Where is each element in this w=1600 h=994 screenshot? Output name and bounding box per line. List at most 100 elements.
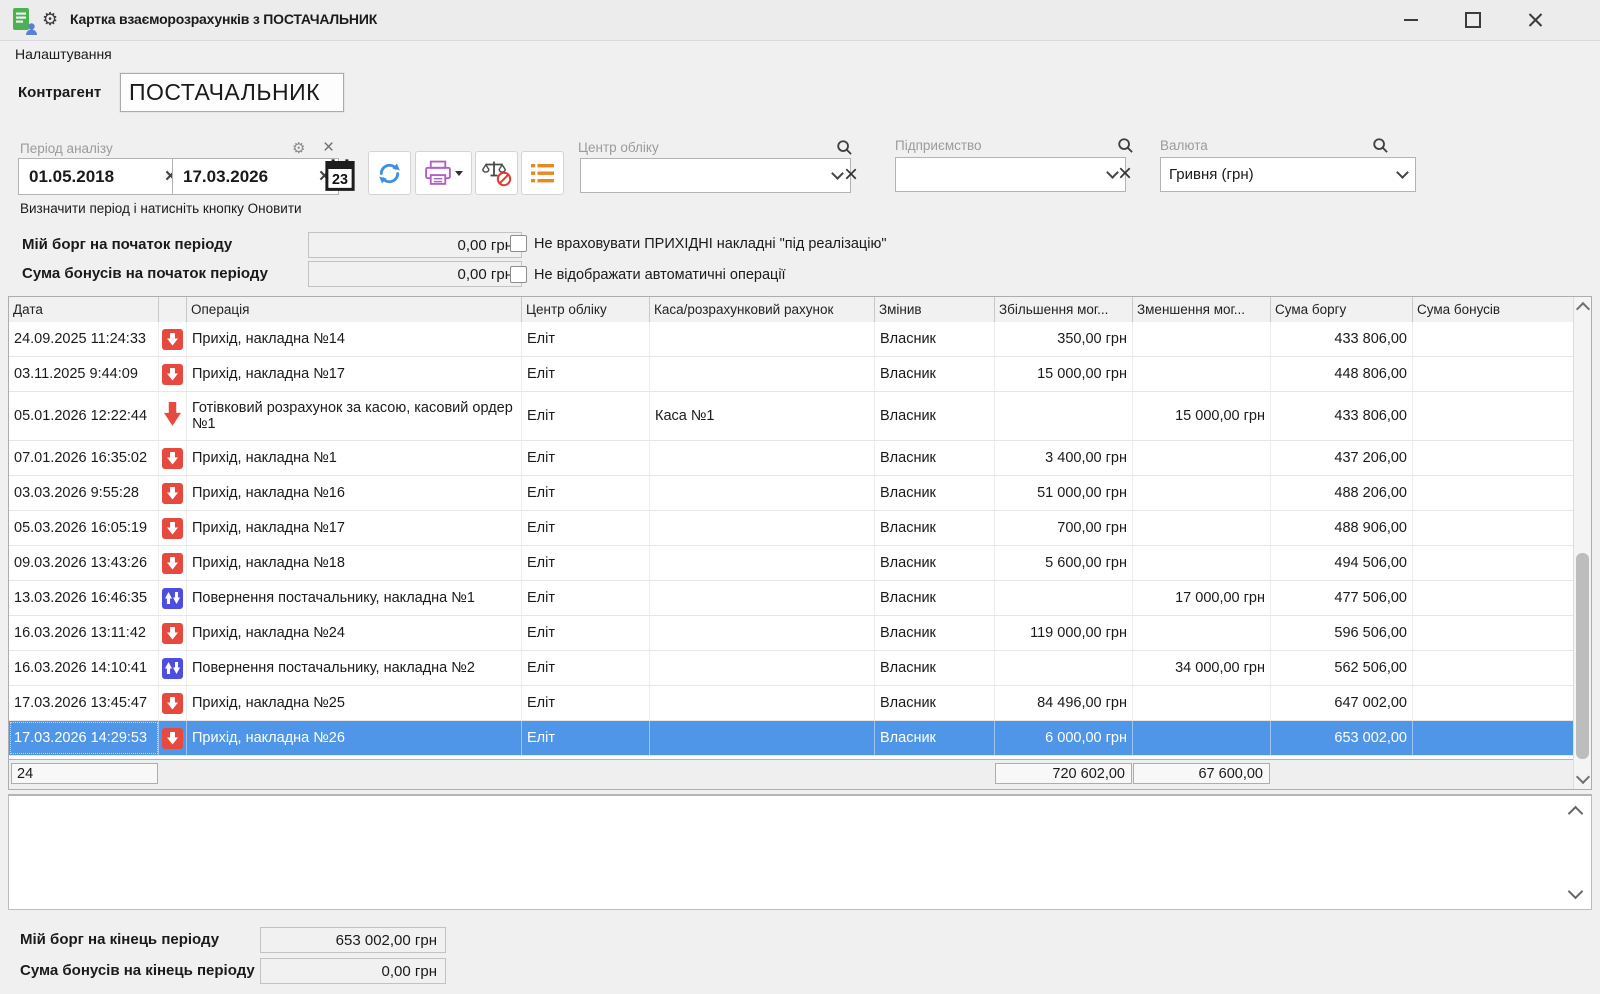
operations-table: Дата ОпераціяЦентр облікуКаса/розрахунков…: [8, 296, 1592, 790]
cell-date: 16.03.2026 14:10:41: [9, 651, 159, 685]
cell-debt: 448 806,00: [1271, 357, 1413, 391]
detail-scroll-up-icon[interactable]: [1568, 806, 1584, 822]
column-header-center[interactable]: Центр обліку: [522, 297, 650, 322]
enterprise-clear-icon[interactable]: ×: [1118, 164, 1132, 184]
cell-center: Еліт: [522, 511, 650, 545]
table-row[interactable]: 13.03.2026 16:46:35Повернення постачальн…: [9, 581, 1575, 616]
accounting-center-search-icon[interactable]: [836, 139, 853, 156]
table-row[interactable]: 17.03.2026 14:29:53Прихід, накладна №26Е…: [9, 721, 1575, 756]
cell-cash_account: Каса №1: [650, 392, 875, 440]
details-list-button[interactable]: [521, 151, 564, 195]
vertical-scrollbar-thumb[interactable]: [1576, 553, 1589, 760]
table-header-row: Дата ОпераціяЦентр облікуКаса/розрахунков…: [9, 297, 1575, 323]
table-row[interactable]: 16.03.2026 14:10:41 Повернення постачальн…: [9, 651, 1575, 686]
cell-date: 09.03.2026 13:43:26: [9, 546, 159, 580]
column-header-date[interactable]: Дата: [9, 297, 159, 322]
checkbox-hide-auto-operations[interactable]: [510, 266, 527, 283]
cell-increase: [995, 581, 1133, 615]
cell-bonus: [1413, 616, 1575, 650]
contragent-input[interactable]: ПОСТАЧАЛЬНИК: [120, 73, 344, 112]
date-to-field[interactable]: 17.03.2026 ×: [172, 158, 339, 195]
table-row[interactable]: 03.03.2026 9:55:28Прихід, накладна №16Ел…: [9, 476, 1575, 511]
cell-cash_account: [650, 721, 875, 755]
cell-date: 03.03.2026 9:55:28: [9, 476, 159, 510]
calendar-button[interactable]: 23: [325, 158, 355, 192]
table-row[interactable]: 16.03.2026 13:11:42Прихід, накладна №24Е…: [9, 616, 1575, 651]
column-header-increase[interactable]: Збільшення мог...: [995, 297, 1133, 322]
column-header-changed_by[interactable]: Змінив: [875, 297, 995, 322]
cell-icon: [159, 616, 187, 650]
minimize-icon: [1404, 19, 1418, 21]
cell-center: Еліт: [522, 322, 650, 356]
return-to-supplier-icon: [162, 658, 183, 679]
cell-increase: 6 000,00 грн: [995, 721, 1133, 755]
cell-bonus: [1413, 651, 1575, 685]
menu-settings[interactable]: Налаштування: [15, 46, 112, 62]
cell-bonus: [1413, 322, 1575, 356]
cell-bonus: [1413, 392, 1575, 440]
enterprise-search-icon[interactable]: [1117, 137, 1134, 154]
cell-center: Еліт: [522, 721, 650, 755]
cell-decrease: [1133, 357, 1271, 391]
table-row[interactable]: 07.01.2026 16:35:02Прихід, накладна №1Ел…: [9, 441, 1575, 476]
detail-panel[interactable]: [8, 794, 1592, 910]
cell-increase: 5 600,00 грн: [995, 546, 1133, 580]
chevron-down-icon: [1106, 166, 1119, 179]
column-header-bonus[interactable]: Сума бонусів: [1413, 297, 1575, 322]
maximize-button[interactable]: [1450, 0, 1496, 40]
vertical-scrollbar[interactable]: [1573, 297, 1591, 789]
table-row[interactable]: 24.09.2025 11:24:33Прихід, накладна №14Е…: [9, 322, 1575, 357]
cell-cash_account: [650, 616, 875, 650]
start-bonus-label: Сума бонусів на початок періоду: [22, 265, 268, 282]
scroll-up-icon[interactable]: [1576, 302, 1590, 316]
cell-debt: 433 806,00: [1271, 392, 1413, 440]
checkbox-exclude-incoming[interactable]: [510, 235, 527, 252]
date-from-value: 01.05.2018: [29, 167, 114, 187]
end-debt-label: Мій борг на кінець періоду: [20, 931, 219, 948]
table-row[interactable]: 09.03.2026 13:43:26Прихід, накладна №18Е…: [9, 546, 1575, 581]
table-row[interactable]: 03.11.2025 9:44:09Прихід, накладна №17Ел…: [9, 357, 1575, 392]
date-from-field[interactable]: 01.05.2018 ×: [18, 158, 185, 195]
scroll-down-icon[interactable]: [1576, 770, 1590, 784]
cell-cash_account: [650, 581, 875, 615]
cell-icon: [159, 392, 187, 440]
table-row[interactable]: 05.01.2026 12:22:44Готівковий розрахунок…: [9, 392, 1575, 441]
cell-changed_by: Власник: [875, 322, 995, 356]
refresh-button[interactable]: [368, 151, 411, 195]
table-row[interactable]: 05.03.2026 16:05:19Прихід, накладна №17Е…: [9, 511, 1575, 546]
accounting-center-combobox[interactable]: [580, 158, 851, 193]
decrease-total-box: 67 600,00: [1133, 763, 1270, 784]
cell-changed_by: Власник: [875, 686, 995, 720]
currency-combobox[interactable]: Гривня (грн): [1160, 157, 1416, 192]
period-clear-icon[interactable]: ×: [323, 141, 334, 155]
table-row[interactable]: 17.03.2026 13:45:47Прихід, накладна №25Е…: [9, 686, 1575, 721]
cell-debt: 647 002,00: [1271, 686, 1413, 720]
detail-scroll-down-icon[interactable]: [1568, 884, 1584, 900]
cell-icon: [159, 546, 187, 580]
column-header-cash_account[interactable]: Каса/розрахунковий рахунок: [650, 297, 875, 322]
cell-debt: 653 002,00: [1271, 721, 1413, 755]
currency-search-icon[interactable]: [1372, 137, 1389, 154]
column-header-icon[interactable]: [159, 297, 187, 322]
cell-increase: 700,00 грн: [995, 511, 1133, 545]
column-header-debt[interactable]: Сума боргу: [1271, 297, 1413, 322]
cell-operation: Повернення постачальнику, накладна №2: [187, 651, 522, 685]
column-header-decrease[interactable]: Зменшення мог...: [1133, 297, 1271, 322]
exclude-weighing-button[interactable]: [475, 151, 518, 195]
print-button[interactable]: [415, 151, 472, 195]
cell-changed_by: Власник: [875, 651, 995, 685]
cell-center: Еліт: [522, 546, 650, 580]
cell-operation: Прихід, накладна №25: [187, 686, 522, 720]
minimize-button[interactable]: [1388, 0, 1434, 40]
enterprise-combobox[interactable]: [895, 157, 1126, 192]
accounting-center-clear-icon[interactable]: ×: [844, 165, 858, 185]
cell-date: 17.03.2026 13:45:47: [9, 686, 159, 720]
close-button[interactable]: [1512, 0, 1558, 40]
window-title: Картка взаєморозрахунків з ПОСТАЧАЛЬНИК: [70, 11, 377, 27]
column-header-operation[interactable]: Операція: [187, 297, 522, 322]
cell-changed_by: Власник: [875, 721, 995, 755]
cell-center: Еліт: [522, 476, 650, 510]
print-dropdown-icon: [455, 171, 463, 176]
cell-date: 13.03.2026 16:46:35: [9, 581, 159, 615]
period-gear-icon[interactable]: ⚙: [292, 139, 305, 157]
